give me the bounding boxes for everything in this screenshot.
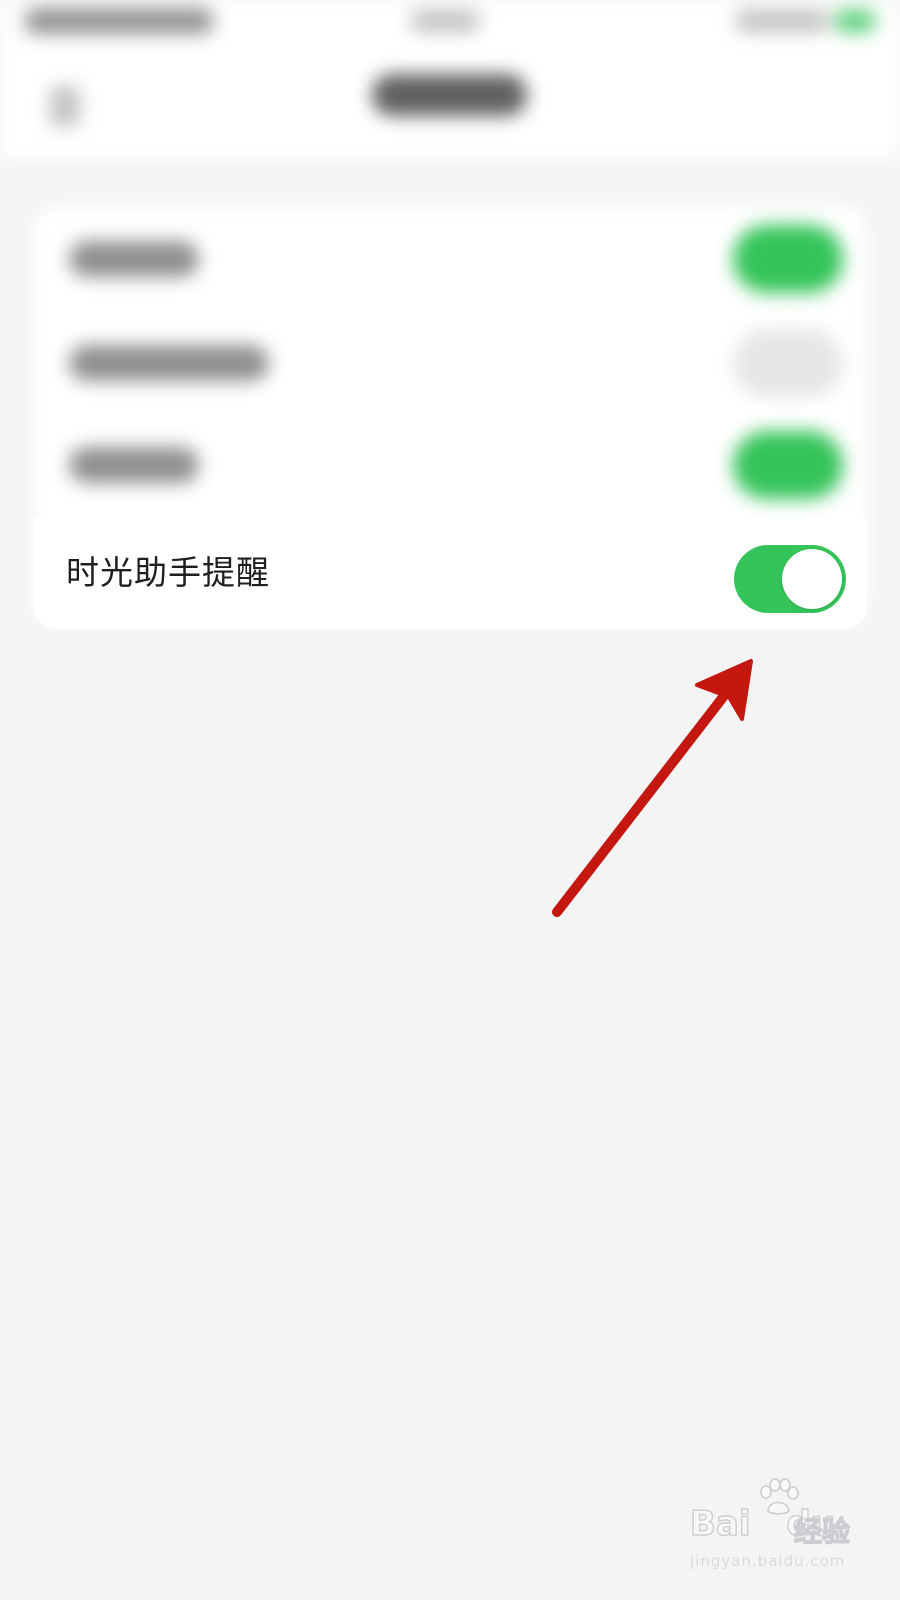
setting-row-2-label-blurred: [69, 345, 269, 381]
watermark-url: jingyan.baidu.com: [690, 1552, 846, 1570]
status-icons-blurred: [735, 10, 830, 32]
status-time-blurred: [24, 8, 214, 34]
page-title-blurred: [372, 74, 527, 116]
status-network-blurred: [410, 10, 480, 32]
status-bar: [0, 0, 900, 50]
watermark: Bai du 经验 jingyan.baidu.com: [688, 1478, 888, 1590]
blurred-background: [0, 0, 900, 1600]
reminder-toggle-switch[interactable]: [734, 545, 846, 613]
nav-bar: [0, 50, 900, 160]
setting-row-3-label-blurred: [69, 447, 199, 483]
toggle-knob: [782, 549, 842, 609]
setting-row-time-assistant-reminder: 时光助手提醒: [33, 517, 867, 629]
setting-row-1-label-blurred: [69, 241, 199, 277]
setting-row-3-toggle-blurred[interactable]: [733, 431, 843, 499]
setting-row-label: 时光助手提醒: [66, 553, 270, 592]
setting-row-2-toggle-blurred[interactable]: [733, 329, 843, 397]
setting-row-1-toggle-blurred[interactable]: [733, 225, 843, 293]
back-arrow-icon[interactable]: [50, 86, 80, 126]
battery-icon: [835, 10, 875, 32]
watermark-product: 经验: [793, 1514, 851, 1548]
